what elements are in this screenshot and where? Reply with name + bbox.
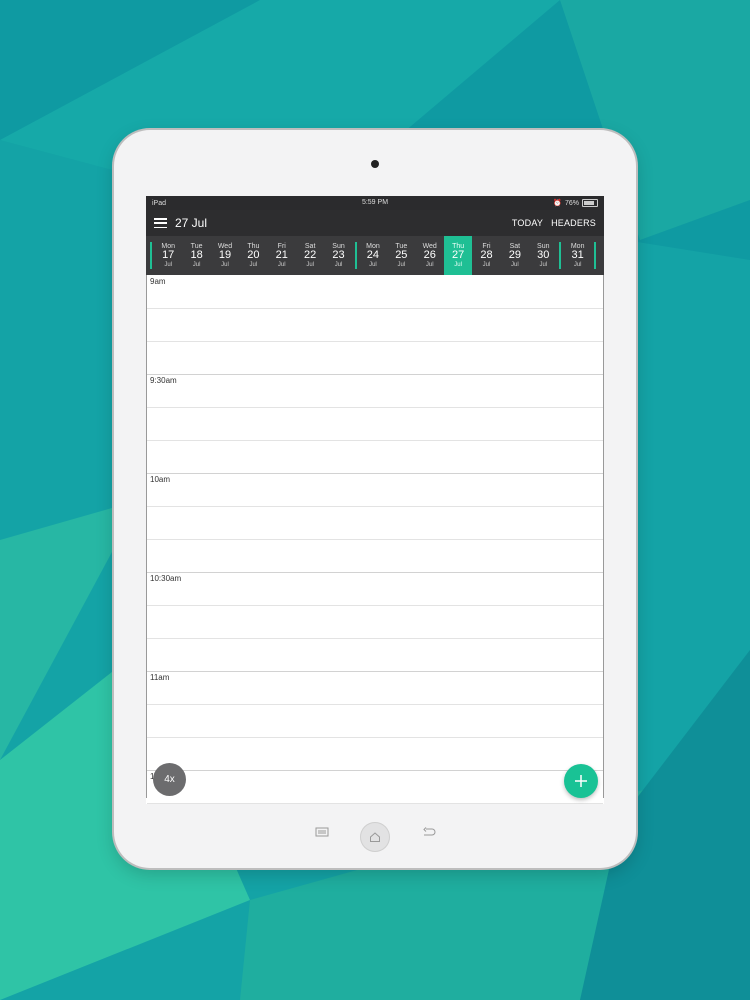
day-num: 31 bbox=[571, 249, 584, 262]
keyboard-icon bbox=[315, 824, 329, 842]
time-label: 10:30am bbox=[150, 574, 182, 583]
day-num: 18 bbox=[190, 249, 203, 262]
day-mon: Jul bbox=[369, 261, 377, 268]
day-num: 22 bbox=[304, 249, 317, 262]
time-slot[interactable] bbox=[147, 638, 603, 672]
time-slot[interactable] bbox=[147, 341, 603, 375]
app-header: 27 Jul TODAY HEADERS bbox=[146, 210, 604, 236]
current-date-title: 27 Jul bbox=[175, 216, 208, 230]
today-button[interactable]: TODAY bbox=[512, 218, 543, 228]
time-label: 10am bbox=[150, 475, 171, 484]
day-num: 17 bbox=[162, 249, 175, 262]
menu-icon[interactable] bbox=[154, 218, 167, 228]
time-label: 11am bbox=[150, 673, 170, 682]
zoom-button[interactable]: 4x bbox=[153, 763, 186, 796]
battery-icon bbox=[582, 199, 598, 207]
day-num: 19 bbox=[218, 249, 232, 262]
day-num: 29 bbox=[508, 249, 521, 262]
day-cell[interactable]: Wed 19 Jul bbox=[211, 236, 239, 275]
day-mon: Jul bbox=[334, 261, 343, 268]
app-screen: iPad 5:59 PM ⏰ 76% 27 Jul TODAY HEADERS … bbox=[146, 196, 604, 804]
day-cell[interactable]: Tue 25 Jul bbox=[387, 236, 415, 275]
day-mon: Jul bbox=[397, 261, 406, 268]
time-label: 9:30am bbox=[150, 376, 177, 385]
day-mon: Jul bbox=[164, 261, 173, 268]
time-slot[interactable] bbox=[147, 572, 603, 606]
time-slot[interactable] bbox=[147, 605, 603, 639]
time-slot[interactable] bbox=[147, 275, 603, 309]
time-slot[interactable] bbox=[147, 407, 603, 441]
home-icon bbox=[370, 832, 380, 842]
day-num: 24 bbox=[366, 249, 380, 262]
day-num: 30 bbox=[537, 249, 550, 262]
day-mon: Jul bbox=[192, 261, 201, 268]
day-num: 26 bbox=[423, 249, 436, 262]
plus-icon bbox=[575, 775, 587, 787]
day-cell[interactable]: Wed 26 Jul bbox=[416, 236, 444, 275]
day-mon: Jul bbox=[454, 261, 462, 268]
headers-button[interactable]: HEADERS bbox=[551, 218, 596, 228]
week-separator bbox=[593, 242, 596, 269]
week-day-strip: Mon 17 Jul Tue 18 Jul Wed 19 Jul Thu 20 Jul Fri 21 Jul… bbox=[146, 236, 604, 275]
week-separator bbox=[559, 242, 562, 269]
time-label: 9am bbox=[150, 277, 166, 286]
day-mon: Jul bbox=[221, 261, 229, 268]
time-slot[interactable] bbox=[147, 671, 603, 705]
camera bbox=[371, 160, 379, 168]
day-mon: Jul bbox=[425, 261, 434, 268]
timeline-grid[interactable]: 9am9:30am10am10:30am11am11:30am bbox=[146, 275, 604, 804]
time-slot[interactable] bbox=[147, 539, 603, 573]
day-num: 20 bbox=[247, 249, 260, 262]
day-mon: Jul bbox=[249, 261, 258, 268]
day-cell[interactable]: Sun 23 Jul bbox=[324, 236, 352, 275]
week-separator bbox=[150, 242, 152, 269]
day-mon: Jul bbox=[511, 261, 519, 268]
time-slot[interactable] bbox=[147, 737, 603, 771]
ipad-frame: iPad 5:59 PM ⏰ 76% 27 Jul TODAY HEADERS … bbox=[114, 130, 636, 868]
day-cell[interactable]: Mon 24 Jul bbox=[359, 236, 387, 275]
day-cell[interactable]: Thu 27 Jul bbox=[443, 236, 473, 275]
day-mon: Jul bbox=[482, 261, 491, 268]
time-slot[interactable] bbox=[147, 506, 603, 540]
day-num: 25 bbox=[395, 249, 408, 262]
time-slot[interactable] bbox=[147, 473, 603, 507]
day-mon: Jul bbox=[573, 261, 582, 268]
week-separator bbox=[354, 242, 357, 269]
day-num: 28 bbox=[480, 249, 493, 262]
day-mon: Jul bbox=[539, 261, 548, 268]
day-num: 21 bbox=[275, 249, 288, 262]
add-event-button[interactable] bbox=[564, 764, 598, 798]
home-button[interactable] bbox=[360, 822, 390, 852]
day-cell[interactable]: Tue 18 Jul bbox=[182, 236, 210, 275]
time-slot[interactable] bbox=[147, 704, 603, 738]
status-bar: iPad 5:59 PM ⏰ 76% bbox=[146, 196, 604, 210]
back-icon bbox=[422, 824, 436, 842]
time-slot[interactable] bbox=[147, 770, 603, 804]
day-cell[interactable]: Sun 30 Jul bbox=[529, 236, 557, 275]
day-cell[interactable]: Sat 22 Jul bbox=[296, 236, 324, 275]
day-num: 23 bbox=[332, 249, 345, 262]
day-mon: Jul bbox=[306, 261, 314, 268]
time-slot[interactable] bbox=[147, 308, 603, 342]
status-time: 5:59 PM bbox=[361, 199, 389, 206]
day-cell[interactable]: Mon 17 Jul bbox=[154, 236, 182, 275]
day-num: 27 bbox=[451, 249, 465, 262]
day-cell[interactable]: Sat 29 Jul bbox=[501, 236, 529, 275]
day-cell[interactable]: Thu 20 Jul bbox=[239, 236, 267, 275]
day-mon: Jul bbox=[277, 261, 286, 268]
time-slot[interactable] bbox=[147, 440, 603, 474]
day-cell[interactable]: Mon 31 Jul bbox=[563, 236, 591, 275]
time-slot[interactable] bbox=[147, 374, 603, 408]
day-cell[interactable]: Fri 28 Jul bbox=[472, 236, 500, 275]
day-cell[interactable]: Fri 21 Jul bbox=[268, 236, 296, 275]
